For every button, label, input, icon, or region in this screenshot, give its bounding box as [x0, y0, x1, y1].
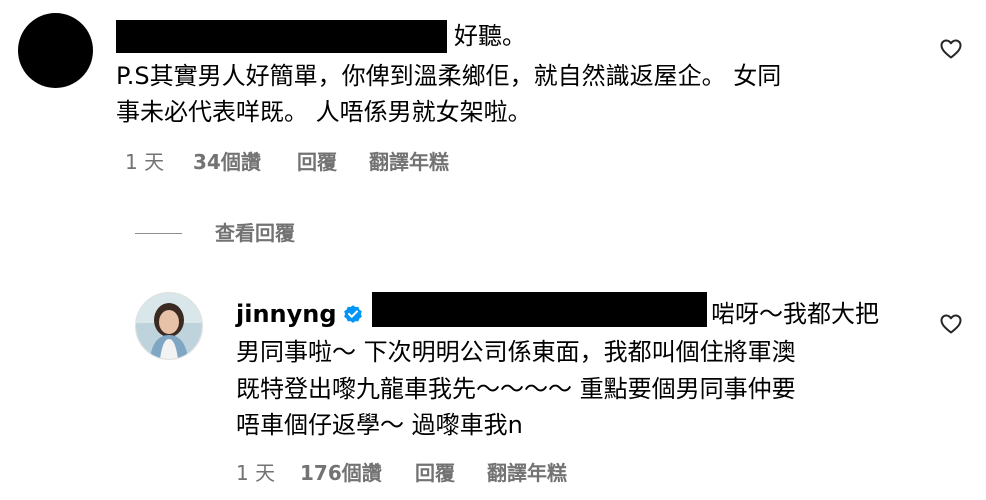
redacted-text [372, 292, 707, 327]
reply-text-line3: 既特登出嚟九龍車我先～～～～ 重點要個男同事仲要 [236, 375, 796, 403]
view-replies-button[interactable]: 查看回覆 [215, 221, 295, 245]
comment-text-line1: 好聽。 [454, 22, 526, 50]
reply-time: 1 天 [236, 461, 276, 485]
view-replies-divider [135, 233, 182, 234]
translate-button[interactable]: 翻譯年糕 [487, 461, 567, 485]
verified-badge-icon [344, 305, 362, 323]
reply-button[interactable]: 回覆 [297, 150, 337, 174]
translate-button[interactable]: 翻譯年糕 [369, 150, 449, 174]
avatar-photo-icon [136, 293, 202, 359]
comment-text-line2: P.S其實男人好簡單，你俾到溫柔鄉佢，就自然識返屋企。 女同 [116, 62, 782, 90]
reply-text-line1: 啱呀～我都大把 [711, 300, 879, 328]
reply-username[interactable]: jinnyng [236, 295, 337, 333]
reply-button[interactable]: 回覆 [415, 461, 455, 485]
avatar[interactable] [18, 13, 93, 88]
reply-likes-count[interactable]: 176個讚 [300, 461, 382, 485]
comment-time: 1 天 [125, 150, 165, 174]
reply-text-line2: 男同事啦～ 下次明明公司係東面，我都叫個住將軍澳 [236, 338, 796, 366]
reply-text-line4: 唔車個仔返學～ 過嚟車我n [236, 411, 523, 439]
like-heart-icon[interactable] [939, 37, 963, 61]
avatar[interactable] [135, 292, 203, 360]
redacted-username [116, 20, 447, 53]
like-heart-icon[interactable] [939, 312, 963, 336]
comment-text-line3: 事未必代表咩既。 人唔係男就女架啦。 [116, 98, 532, 126]
comment-likes-count[interactable]: 34個讚 [193, 150, 261, 174]
